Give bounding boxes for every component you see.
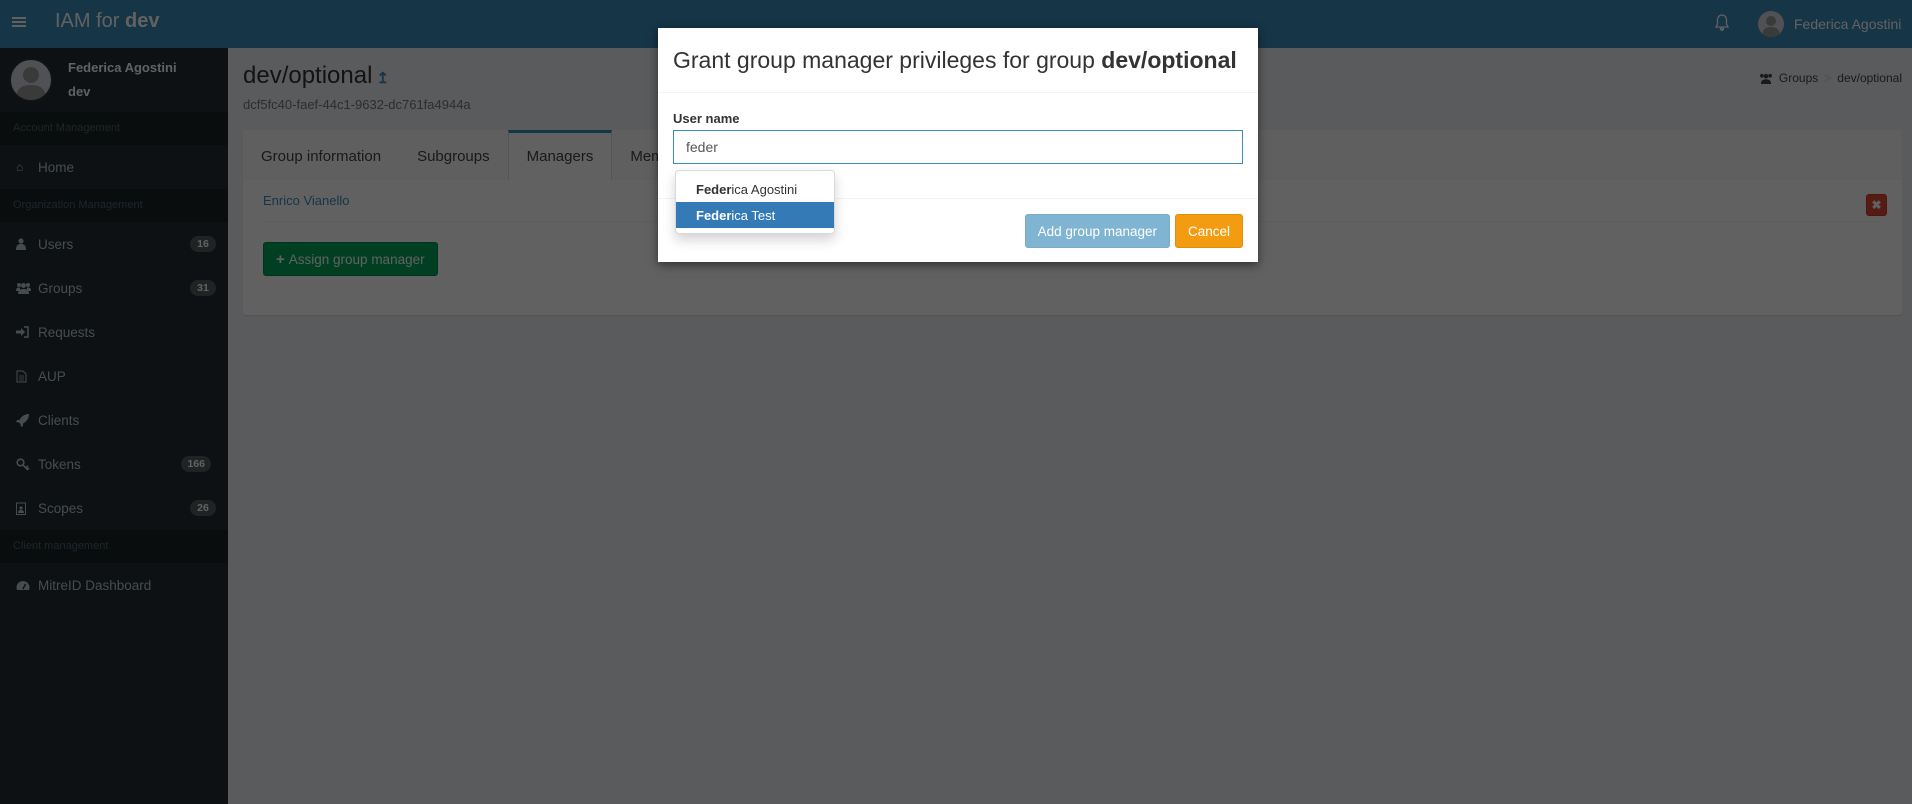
suggestion-item[interactable]: Feder ica Agostini: [676, 176, 834, 202]
modal-title: Grant group manager privileges for group…: [658, 28, 1258, 93]
user-suggestions-dropdown: Feder ica Agostini Feder ica Test: [675, 170, 835, 234]
user-name-input[interactable]: [673, 130, 1243, 164]
user-name-label: User name: [673, 111, 740, 126]
cancel-button[interactable]: Cancel: [1174, 214, 1243, 248]
suggestion-item-active[interactable]: Feder ica Test: [676, 202, 834, 228]
add-group-manager-button[interactable]: Add group manager: [1024, 214, 1170, 248]
